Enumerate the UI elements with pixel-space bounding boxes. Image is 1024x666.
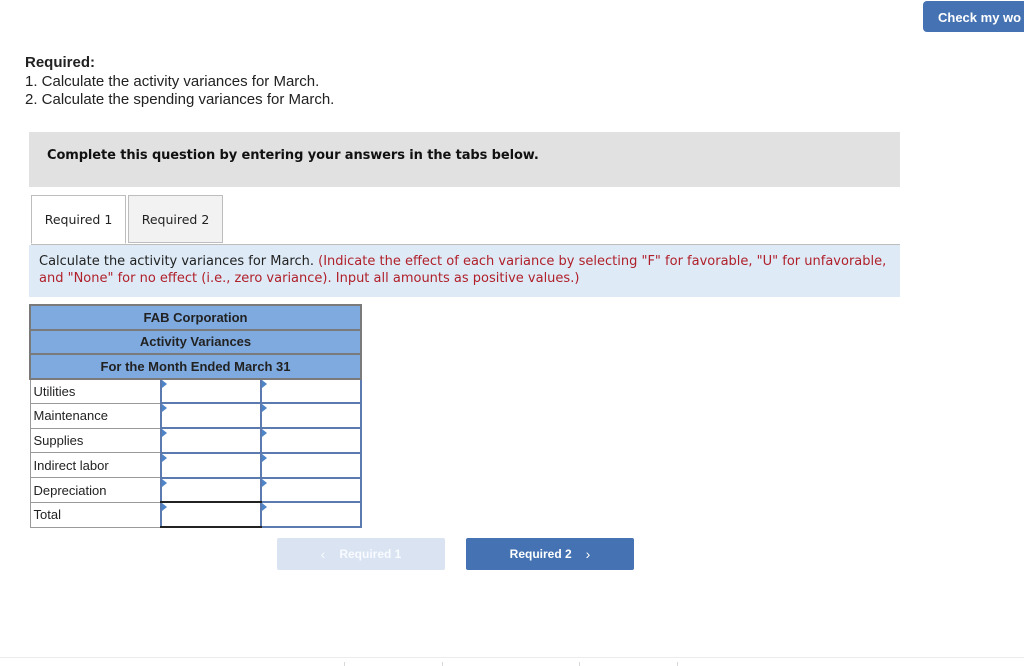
table-company-name: FAB Corporation (29, 304, 362, 331)
row-label: Supplies (29, 427, 162, 454)
row-label: Depreciation (29, 477, 162, 503)
table-row: Indirect labor (29, 451, 362, 479)
table-row: Depreciation (29, 476, 362, 504)
row-label: Total (29, 501, 162, 528)
dropdown-flag-icon (262, 478, 267, 487)
required-item-1: 1. Calculate the activity variances for … (25, 72, 320, 90)
amount-input-cell[interactable] (160, 501, 262, 529)
amount-input-cell[interactable] (160, 451, 262, 479)
chevron-right-icon: › (585, 546, 591, 562)
utilities-amount-input[interactable] (162, 379, 260, 403)
tab-required-2[interactable]: Required 2 (128, 195, 223, 243)
effect-select-cell[interactable] (260, 501, 362, 529)
next-button-label: Required 2 (509, 547, 572, 561)
total-amount-input[interactable] (162, 503, 260, 527)
supplies-effect-select[interactable] (262, 429, 360, 452)
required-item-2: 2. Calculate the spending variances for … (25, 91, 335, 108)
table-row-total: Total (29, 501, 362, 529)
dropdown-flag-icon (262, 404, 267, 413)
table-title: Activity Variances (29, 329, 362, 355)
input-flag-icon (162, 478, 167, 487)
depreciation-amount-input[interactable] (162, 478, 260, 502)
table-period: For the Month Ended March 31 (29, 354, 362, 380)
amount-input-cell[interactable] (160, 402, 262, 430)
dropdown-flag-icon (262, 379, 267, 388)
footer-tick (442, 662, 443, 666)
input-flag-icon (162, 453, 167, 462)
question-prompt: Calculate the activity variances for Mar… (29, 245, 900, 297)
chevron-left-icon: ‹ (320, 546, 326, 562)
amount-input-cell[interactable] (160, 427, 262, 454)
next-required-button[interactable]: Required 2 › (466, 538, 634, 570)
maintenance-effect-select[interactable] (262, 404, 360, 428)
effect-select-cell[interactable] (260, 402, 362, 430)
prompt-main: Calculate the activity variances for Mar… (39, 254, 319, 269)
table-row: Utilities (29, 377, 362, 405)
indirect-labor-effect-select[interactable] (262, 453, 360, 477)
tab-required-1[interactable]: Required 1 (31, 195, 126, 244)
footer-tick (677, 662, 678, 666)
activity-variances-table: FAB Corporation Activity Variances For t… (29, 304, 362, 529)
dropdown-flag-icon (262, 429, 267, 438)
row-label: Utilities (29, 378, 162, 404)
footer-divider (0, 657, 1024, 658)
row-label: Indirect labor (29, 452, 162, 479)
instruction-text: Complete this question by entering your … (47, 148, 539, 163)
prev-required-button[interactable]: ‹ Required 1 (277, 538, 445, 570)
maintenance-amount-input[interactable] (162, 404, 260, 428)
input-flag-icon (162, 429, 167, 438)
amount-input-cell[interactable] (160, 476, 262, 504)
tab-bar: Required 1 Required 2 (31, 195, 900, 245)
total-effect-select[interactable] (262, 503, 360, 527)
instruction-box: Complete this question by entering your … (29, 132, 900, 187)
footer-tick (579, 662, 580, 666)
input-flag-icon (162, 379, 167, 388)
dropdown-flag-icon (262, 503, 267, 512)
row-label: Maintenance (29, 402, 162, 429)
utilities-effect-select[interactable] (262, 379, 360, 403)
prev-button-label: Required 1 (339, 547, 402, 561)
input-flag-icon (162, 503, 167, 512)
dropdown-flag-icon (262, 453, 267, 462)
supplies-amount-input[interactable] (162, 429, 260, 452)
effect-select-cell[interactable] (260, 377, 362, 405)
input-flag-icon (162, 404, 167, 413)
indirect-labor-amount-input[interactable] (162, 453, 260, 477)
table-row: Maintenance (29, 402, 362, 430)
effect-select-cell[interactable] (260, 427, 362, 454)
required-section: Required: 1. Calculate the activity vari… (25, 54, 334, 110)
table-row: Supplies (29, 427, 362, 454)
effect-select-cell[interactable] (260, 451, 362, 479)
effect-select-cell[interactable] (260, 476, 362, 504)
tab-label: Required 2 (141, 211, 210, 227)
footer-tick (344, 662, 345, 666)
tab-label: Required 1 (44, 212, 113, 227)
required-title: Required: (25, 54, 96, 71)
check-my-work-button[interactable]: Check my wo (923, 1, 1024, 32)
depreciation-effect-select[interactable] (262, 478, 360, 502)
amount-input-cell[interactable] (160, 377, 262, 405)
